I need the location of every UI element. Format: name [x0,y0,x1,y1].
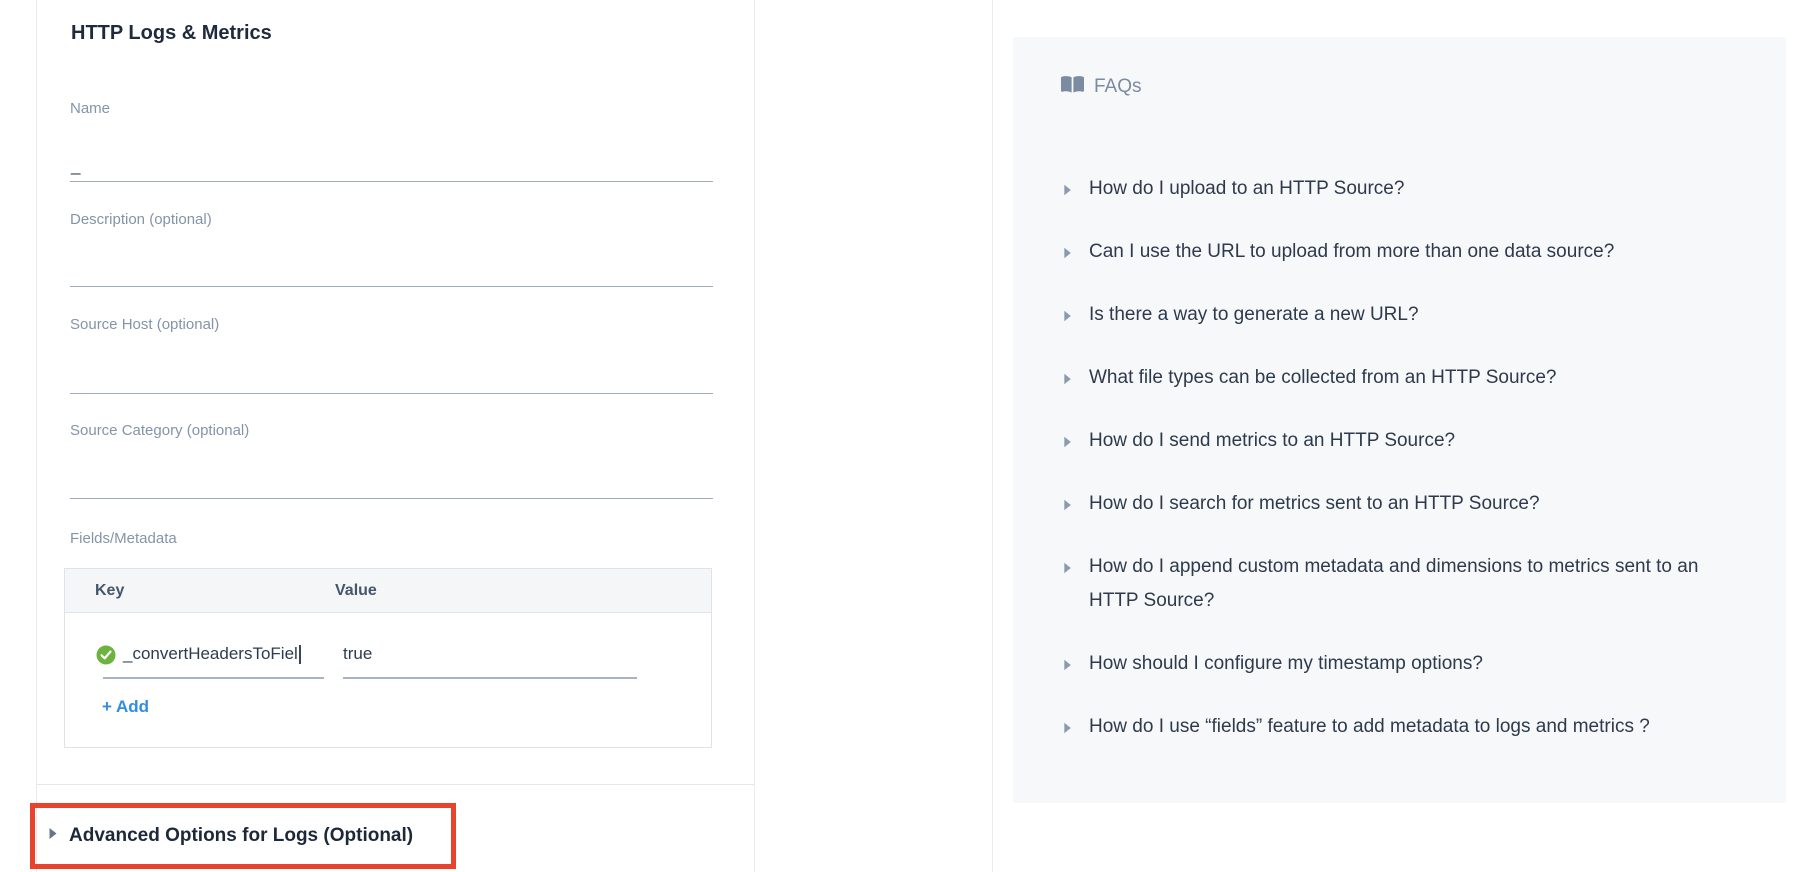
caret-right-icon [1063,435,1072,447]
description-input[interactable] [70,230,713,287]
form-panel-left-border [36,0,37,872]
advanced-options-label: Advanced Options for Logs (Optional) [69,825,413,847]
fields-metadata-label: Fields/Metadata [70,530,177,547]
advanced-options-toggle[interactable]: Advanced Options for Logs (Optional) [35,825,413,847]
column-divider-1 [754,0,755,872]
faq-item[interactable]: How do I send metrics to an HTTP Source? [1063,424,1703,458]
page: HTTP Logs & Metrics Name _ Description (… [0,0,1801,872]
name-field: Name _ [70,100,713,182]
faq-item[interactable]: How do I search for metrics sent to an H… [1063,487,1703,521]
table-header-row: Key Value [65,569,711,613]
source-host-field: Source Host (optional) [70,316,713,394]
faq-item[interactable]: How should I configure my timestamp opti… [1063,647,1703,681]
faq-item[interactable]: Is there a way to generate a new URL? [1063,298,1703,332]
column-divider-2 [992,0,993,872]
name-input[interactable]: _ [70,119,713,182]
source-category-field: Source Category (optional) [70,422,713,499]
value-input-underline [343,677,637,679]
caret-right-icon [1063,372,1072,384]
book-icon [1060,75,1085,99]
source-category-input[interactable] [70,441,713,499]
caret-right-icon [1063,183,1072,195]
faq-item[interactable]: How do I use “fields” feature to add met… [1063,710,1703,744]
name-value: _ [71,156,80,176]
text-cursor [299,645,301,664]
caret-right-icon [1063,309,1072,321]
annotation-highlight-box: Advanced Options for Logs (Optional) [30,803,456,869]
field-value-input[interactable]: true [343,644,372,664]
caret-right-icon [1063,721,1072,733]
caret-right-icon [1063,246,1072,258]
caret-right-icon [1063,498,1072,510]
source-host-input[interactable] [70,335,713,394]
page-title: HTTP Logs & Metrics [71,22,272,45]
field-key-input[interactable]: _convertHeadersToFiel [123,644,301,664]
add-field-button[interactable]: + Add [102,697,149,717]
description-label: Description (optional) [70,211,713,230]
faq-item[interactable]: Can I use the URL to upload from more th… [1063,235,1703,269]
caret-right-icon [48,827,58,845]
faq-item[interactable]: How do I append custom metadata and dime… [1063,550,1703,618]
description-field: Description (optional) [70,211,713,287]
section-divider [36,784,754,785]
check-circle-icon [96,645,116,665]
value-column-header: Value [335,582,377,600]
faq-panel: FAQs How do I upload to an HTTP Source? … [1013,37,1786,803]
fields-metadata-table: Key Value _convertHeadersToFiel true + A… [64,568,712,748]
caret-right-icon [1063,658,1072,670]
faq-header: FAQs [1060,75,1142,99]
faq-item[interactable]: What file types can be collected from an… [1063,361,1703,395]
faq-item[interactable]: How do I upload to an HTTP Source? [1063,172,1703,206]
faq-title: FAQs [1094,76,1142,98]
key-column-header: Key [95,582,335,600]
caret-right-icon [1063,561,1072,573]
source-host-label: Source Host (optional) [70,316,713,335]
faq-list: How do I upload to an HTTP Source? Can I… [1063,172,1703,773]
source-category-label: Source Category (optional) [70,422,713,441]
name-label: Name [70,100,713,119]
key-input-underline [103,677,324,679]
